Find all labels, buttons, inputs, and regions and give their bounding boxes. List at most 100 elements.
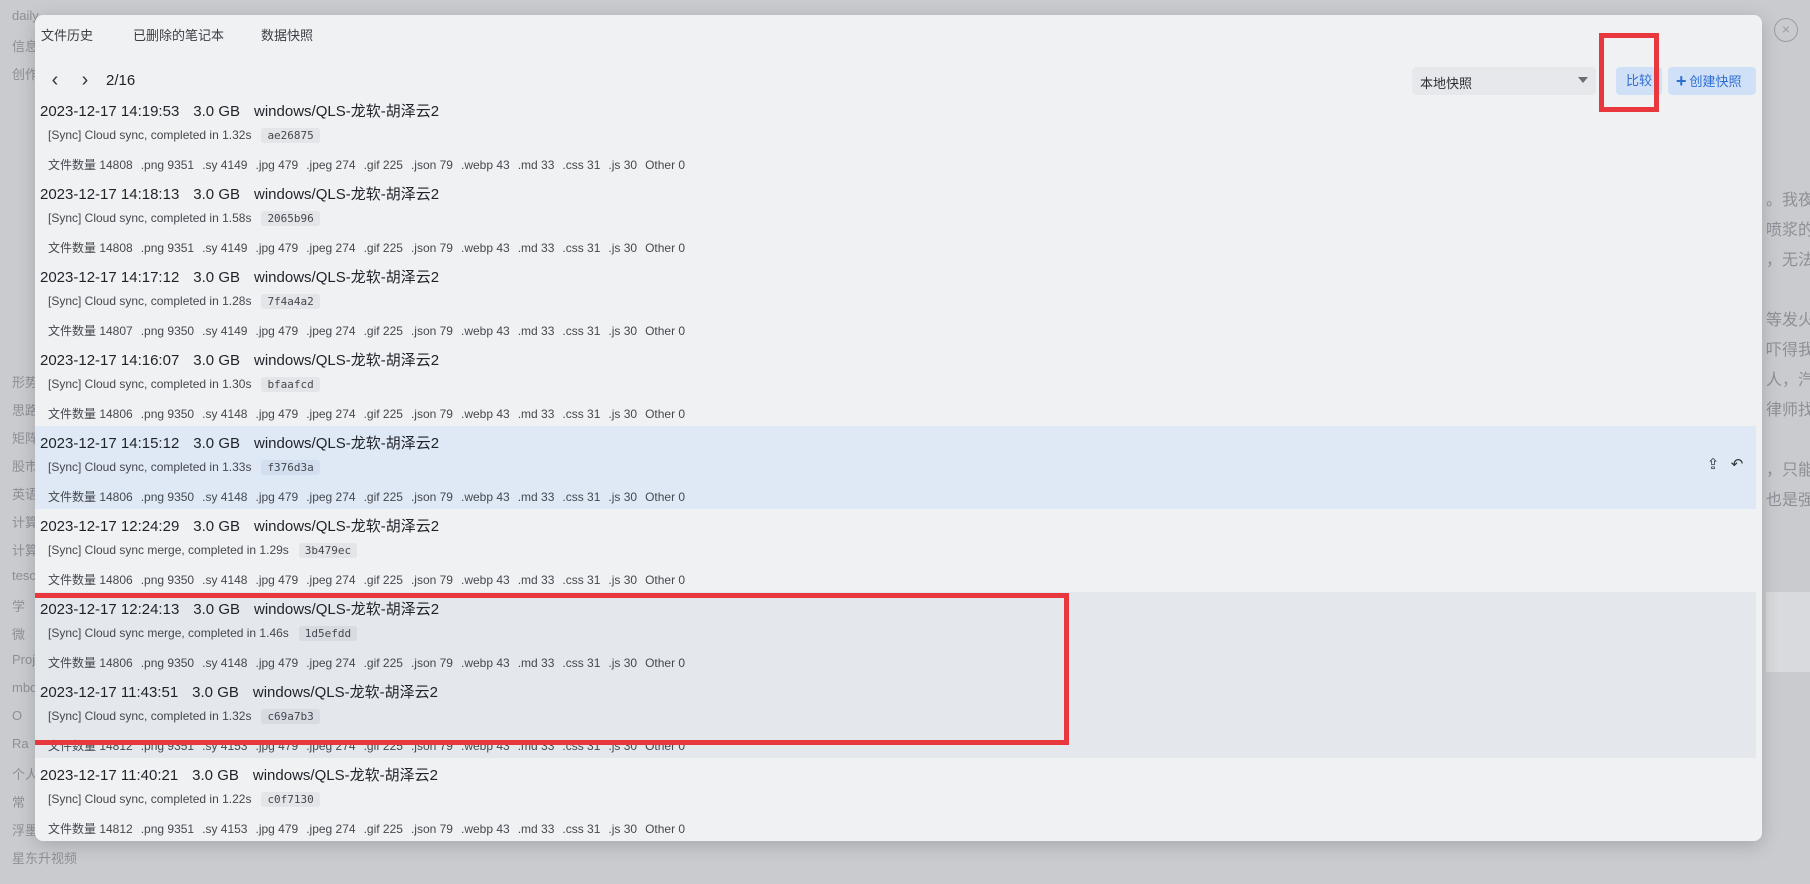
tab-file-history[interactable]: 文件历史 [41,25,93,44]
snapshot-stat: Other 0 [645,490,686,504]
background-sidebar-item: Ra [12,736,29,751]
snapshot-stat: Other 0 [645,739,686,753]
snapshot-header: 2023-12-17 14:18:13 3.0 GB windows/QLS-龙软-… [40,183,453,204]
snapshot-row[interactable]: 2023-12-17 14:15:12 3.0 GB windows/QLS-龙软-… [35,426,1756,509]
snapshot-stat: .webp 43 [460,490,510,504]
snapshot-memo-line: [Sync] Cloud sync, completed in 1.58s 206… [48,211,320,226]
snapshot-header: 2023-12-17 14:17:12 3.0 GB windows/QLS-龙软-… [40,266,453,287]
snapshot-type-select[interactable]: 本地快照 [1412,67,1596,95]
snapshot-row[interactable]: 2023-12-17 11:40:21 3.0 GB windows/QLS-龙软-… [35,758,1756,841]
snapshot-memo-line: [Sync] Cloud sync, completed in 1.30s bfa… [48,377,320,392]
tab-deleted-notebooks[interactable]: 已删除的笔记本 [133,25,224,44]
snapshot-stat: .sy 4153 [202,822,248,836]
snapshot-stat: 文件数量 14812 [48,739,133,753]
snapshot-stat: .js 30 [608,158,638,172]
snapshot-memo: [Sync] Cloud sync merge, completed in 1.… [48,543,289,557]
snapshot-stat: .jpeg 274 [306,241,356,255]
background-sidebar: daily 信息 创作 形势 思路 矩阵 股市 英语 计算 计算 tesc 学微 Proje mbos O R… [0,0,77,884]
snapshot-stat: .png 9351 [140,822,195,836]
tab-data-snapshots[interactable]: 数据快照 [261,25,313,44]
compare-button[interactable]: 比较 [1616,67,1662,95]
snapshot-row[interactable]: 2023-12-17 14:19:53 3.0 GB windows/QLS-龙软-… [35,94,1756,177]
snapshot-stat: .webp 43 [460,158,510,172]
snapshot-device: windows/QLS-龙软-胡泽云2 [252,767,438,784]
snapshot-stat: 文件数量 14806 [48,656,133,670]
snapshot-row[interactable]: 2023-12-17 12:24:29 3.0 GB windows/QLS-龙软-… [35,509,1756,592]
snapshot-stat: .css 31 [562,490,601,504]
snapshot-stat: .js 30 [608,822,638,836]
snapshot-stat: .css 31 [562,158,601,172]
snapshot-hash: c0f7130 [261,792,320,807]
snapshot-row[interactable]: 2023-12-17 11:43:51 3.0 GB windows/QLS-龙软-… [35,675,1756,758]
snapshot-stat: .json 79 [410,158,453,172]
snapshot-stat: .sy 4149 [202,324,248,338]
snapshot-stat: .css 31 [562,739,601,753]
snapshot-stat: .jpg 479 [255,490,299,504]
snapshot-stat: .gif 225 [363,241,403,255]
snapshot-stat: 文件数量 14806 [48,407,133,421]
snapshot-stat: .gif 225 [363,739,403,753]
snapshot-memo: [Sync] Cloud sync, completed in 1.33s [48,460,252,474]
snapshot-stat: .webp 43 [460,739,510,753]
close-icon[interactable]: × [1774,18,1798,42]
snapshot-header: 2023-12-17 14:16:07 3.0 GB windows/QLS-龙软-… [40,349,453,370]
snapshot-row[interactable]: 2023-12-17 12:24:13 3.0 GB windows/QLS-龙软-… [35,592,1756,675]
chevron-left-icon[interactable]: ‹ [43,69,67,93]
snapshot-device: windows/QLS-龙软-胡泽云2 [254,518,440,535]
snapshot-stat: .jpeg 274 [306,407,356,421]
snapshot-memo: [Sync] Cloud sync, completed in 1.28s [48,294,252,308]
snapshot-device: windows/QLS-龙软-胡泽云2 [254,352,440,369]
snapshot-stat: 文件数量 14808 [48,158,133,172]
snapshot-stat: .md 33 [517,324,555,338]
snapshot-stat: .jpeg 274 [306,324,356,338]
snapshot-stat: Other 0 [645,241,686,255]
snapshot-memo: [Sync] Cloud sync, completed in 1.30s [48,377,252,391]
snapshot-row[interactable]: 2023-12-17 14:18:13 3.0 GB windows/QLS-龙软-… [35,177,1756,260]
snapshot-datetime: 2023-12-17 12:24:13 [40,601,180,618]
snapshot-stat: .png 9351 [140,739,195,753]
snapshot-stat: Other 0 [645,822,686,836]
snapshot-hash: f376d3a [261,460,320,475]
snapshot-stat: .sy 4148 [202,407,248,421]
snapshot-stat: .png 9350 [140,324,195,338]
snapshot-stat: .webp 43 [460,324,510,338]
snapshot-stats: 文件数量 14806 .png 9350 .sy 4148 .jpg 479 .jpeg… [48,571,693,588]
snapshot-stat: .js 30 [608,656,638,670]
snapshot-stat: .jpeg 274 [306,573,356,587]
snapshot-memo: [Sync] Cloud sync, completed in 1.32s [48,709,252,723]
snapshot-stat: .md 33 [517,656,555,670]
snapshot-stat: Other 0 [645,573,686,587]
upload-icon[interactable]: ⇪ [1704,456,1722,474]
snapshot-row[interactable]: 2023-12-17 14:17:12 3.0 GB windows/QLS-龙软-… [35,260,1756,343]
snapshot-stats: 文件数量 14806 .png 9350 .sy 4148 .jpg 479 .jpeg… [48,488,693,505]
snapshot-stat: .jpeg 274 [306,739,356,753]
snapshot-stat: Other 0 [645,158,686,172]
snapshot-hash: 3b479ec [298,543,358,558]
snapshot-memo: [Sync] Cloud sync merge, completed in 1.… [48,626,289,640]
snapshot-device: windows/QLS-龙软-胡泽云2 [254,435,440,452]
background-text-line: 。我夜 [1766,192,1810,209]
snapshot-hash: bfaafcd [261,377,320,392]
snapshot-list: 2023-12-17 14:19:53 3.0 GB windows/QLS-龙软-… [35,94,1762,841]
undo-icon[interactable]: ↶ [1728,456,1746,474]
snapshot-row[interactable]: 2023-12-17 14:16:07 3.0 GB windows/QLS-龙软-… [35,343,1756,426]
snapshot-stat: 文件数量 14806 [48,573,133,587]
snapshot-stat: .png 9350 [140,407,195,421]
snapshot-stat: .png 9350 [140,490,195,504]
snapshot-hash: ae26875 [261,128,320,143]
create-snapshot-button[interactable]: + 创建快照 [1668,67,1756,95]
snapshot-datetime: 2023-12-17 11:43:51 [40,684,179,701]
snapshot-stat: .webp 43 [460,822,510,836]
snapshot-stat: .sy 4148 [202,656,248,670]
snapshot-stat: .css 31 [562,822,601,836]
snapshot-device: windows/QLS-龙软-胡泽云2 [254,269,440,286]
snapshot-stat: .css 31 [562,656,601,670]
snapshot-stat: .sy 4148 [202,573,248,587]
snapshot-stat: .jpg 479 [255,158,299,172]
snapshot-stat: .gif 225 [363,324,403,338]
snapshot-stats: 文件数量 14807 .png 9350 .sy 4149 .jpg 479 .jpeg… [48,322,693,339]
chevron-right-icon[interactable]: › [73,69,97,93]
snapshot-stat: .jpg 479 [255,656,299,670]
plus-icon: + [1676,71,1687,91]
snapshot-memo: [Sync] Cloud sync, completed in 1.32s [48,128,252,142]
